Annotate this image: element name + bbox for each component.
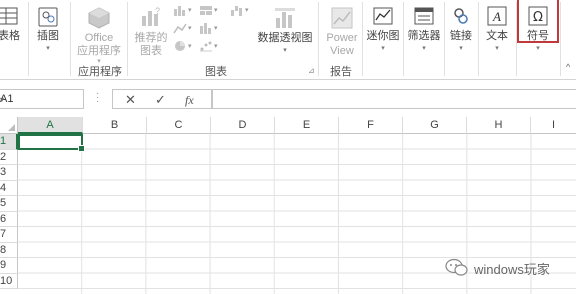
ribbon-insert-tab: 表格 插图 ▾ Office 应用程序 ▾ 应用程序 ? 推荐的 图表 ▾ ▾ (0, 0, 576, 80)
chevron-down-icon: ▾ (214, 7, 218, 14)
illustrations-icon (38, 7, 58, 27)
resize-handle-icon[interactable]: · · · (96, 89, 99, 107)
filters-label: 筛选器 (407, 30, 441, 42)
pivot-chart-label: 数据透视图 (257, 32, 313, 44)
dialog-launcher-icon[interactable]: ⊿ (308, 66, 315, 75)
text-box-icon: A (487, 6, 507, 26)
fill-handle[interactable] (78, 145, 85, 152)
formula-input[interactable] (212, 89, 576, 109)
row-header[interactable]: 10 (0, 273, 18, 289)
table-icon (0, 7, 18, 25)
sparklines-label: 迷你图 (366, 30, 400, 42)
row-header[interactable]: 5 (0, 196, 18, 212)
svg-text:?: ? (155, 6, 160, 16)
cancel-icon[interactable]: ✕ (125, 92, 136, 108)
pivot-chart-icon (275, 8, 295, 28)
chevron-down-icon: ▾ (214, 43, 218, 50)
power-view-label-line1: Power (326, 32, 358, 44)
row-header[interactable]: 9 (0, 258, 18, 274)
column-header[interactable]: E (275, 117, 339, 134)
hierarchy-chart-icon[interactable] (199, 4, 213, 16)
chevron-down-icon: ▾ (46, 45, 50, 52)
power-view-button[interactable]: Power View (322, 0, 362, 60)
filters-button[interactable]: 筛选器 ▾ (405, 0, 443, 60)
recommended-charts-button[interactable]: ? 推荐的 图表 (130, 0, 172, 60)
power-view-label-line2: View (330, 45, 354, 57)
svg-text:A: A (492, 9, 501, 24)
power-view-icon (331, 7, 353, 29)
scatter-chart-icon[interactable] (199, 40, 213, 52)
row-header[interactable]: 8 (0, 242, 18, 258)
table-button[interactable]: 表格 (0, 0, 24, 60)
row-header[interactable]: 7 (0, 227, 18, 243)
formula-buttons: ✕ ✓ fx (112, 89, 212, 109)
chevron-down-icon[interactable]: ▾ (0, 95, 79, 104)
link-icon (454, 8, 468, 24)
chevron-down-icon: ▾ (422, 45, 426, 52)
row-header[interactable]: 6 (0, 211, 18, 227)
watermark-text: windows玩家 (474, 262, 550, 277)
chevron-down-icon: ▾ (188, 43, 192, 50)
chevron-down-icon: ▾ (495, 45, 499, 52)
statistic-chart-icon[interactable] (199, 22, 213, 34)
sparklines-button[interactable]: 迷你图 ▾ (364, 0, 402, 60)
row-header[interactable]: 4 (0, 180, 18, 196)
text-button[interactable]: A 文本 ▾ (480, 0, 514, 60)
select-all-button[interactable] (0, 117, 18, 134)
illustrations-label: 插图 (37, 30, 59, 42)
recommended-label-line2: 图表 (140, 45, 162, 57)
office-label-line1: Office (84, 32, 114, 44)
waterfall-chart-icon[interactable] (230, 4, 244, 16)
chevron-down-icon: ▾ (283, 47, 287, 54)
column-header[interactable]: A (18, 117, 83, 134)
column-header[interactable]: C (147, 117, 211, 134)
chevron-down-icon: ▾ (188, 7, 192, 14)
text-label: 文本 (486, 30, 508, 42)
illustrations-button[interactable]: 插图 ▾ (30, 0, 66, 60)
pivot-chart-button[interactable]: 数据透视图 ▾ (255, 0, 315, 60)
links-label: 链接 (450, 30, 472, 42)
line-chart-icon[interactable] (173, 22, 187, 34)
chevron-down-icon: ▾ (459, 45, 463, 52)
office-store-icon (88, 7, 110, 29)
column-header[interactable]: D (211, 117, 275, 134)
column-header[interactable]: I (531, 117, 576, 134)
group-charts-label: 图表 (205, 66, 227, 78)
chevron-down-icon: ▾ (381, 45, 385, 52)
table-label: 表格 (0, 30, 20, 42)
active-cell-A1[interactable] (18, 134, 85, 152)
insert-function-icon[interactable]: fx (185, 93, 194, 108)
office-apps-button[interactable]: Office 应用程序 ▾ (72, 0, 126, 65)
row-header[interactable]: 1 (0, 134, 18, 150)
name-box[interactable]: A1 ▾ (0, 89, 84, 109)
chevron-down-icon: ▾ (536, 45, 540, 52)
group-reports-label: 报告 (330, 66, 352, 78)
group-apps-label: 应用程序 (78, 66, 122, 78)
recommended-charts-icon: ? (142, 6, 160, 26)
sparklines-icon (373, 7, 393, 25)
chevron-down-icon: ▾ (245, 7, 249, 14)
formula-bar: A1 ▾ · · · ✕ ✓ fx (0, 87, 576, 111)
column-chart-icon[interactable] (173, 4, 187, 16)
recommended-label-line1: 推荐的 (134, 32, 168, 44)
links-button[interactable]: 链接 ▾ (446, 0, 476, 60)
chevron-down-icon: ▾ (188, 25, 192, 32)
enter-icon[interactable]: ✓ (155, 92, 166, 108)
pie-chart-icon[interactable] (173, 40, 187, 52)
column-header[interactable]: H (467, 117, 531, 134)
column-header[interactable]: B (83, 117, 147, 134)
wechat-icon (445, 258, 468, 276)
column-header[interactable]: F (339, 117, 403, 134)
row-header[interactable]: 3 (0, 165, 18, 181)
chevron-down-icon: ▾ (214, 25, 218, 32)
collapse-ribbon-icon[interactable]: ^ (566, 62, 570, 72)
symbols-highlight-box (517, 0, 559, 43)
row-header[interactable]: 2 (0, 149, 18, 165)
column-header[interactable]: G (403, 117, 467, 134)
filter-icon (414, 7, 434, 25)
